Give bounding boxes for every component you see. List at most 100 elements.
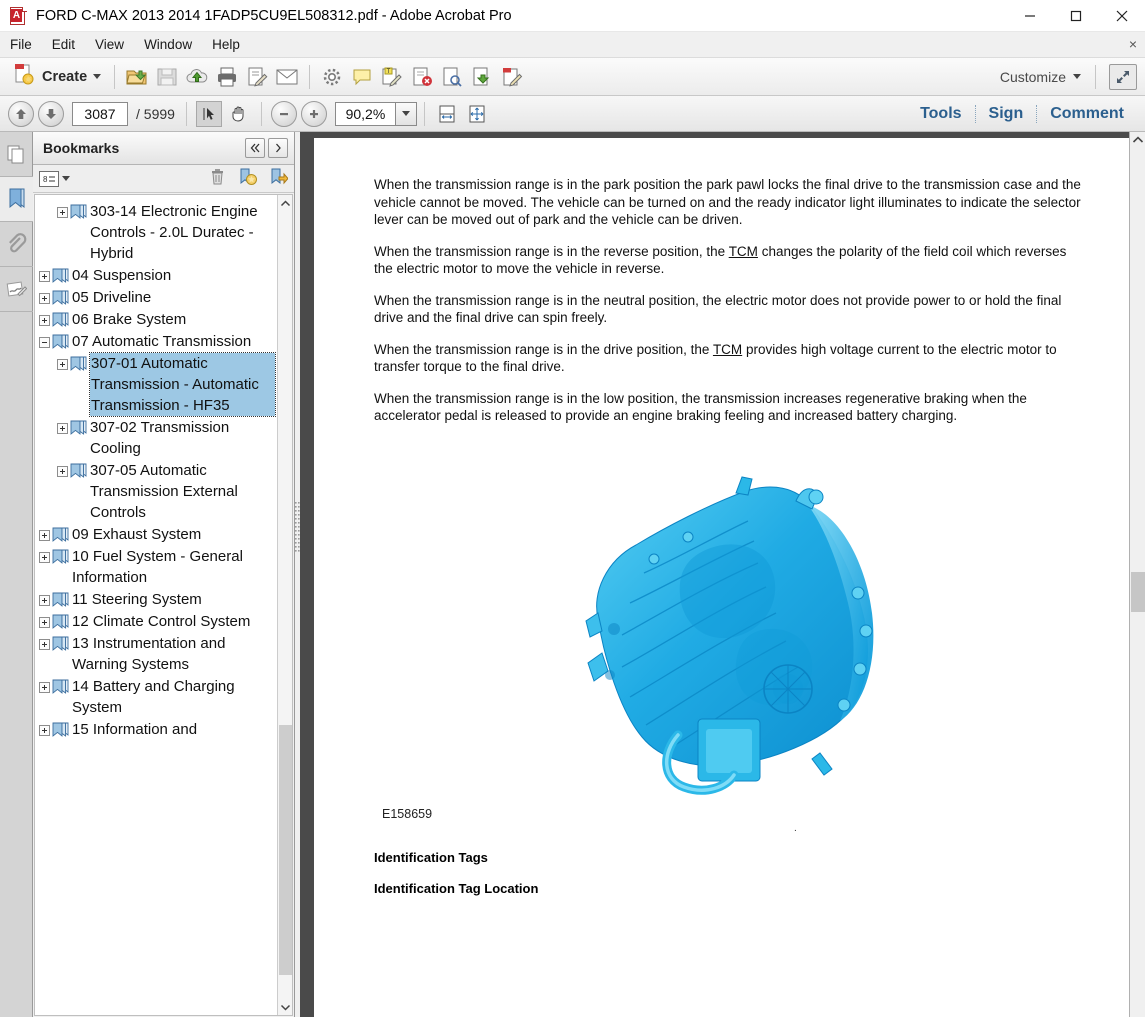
acronym-link[interactable]: TCM (729, 244, 758, 259)
fit-width-icon[interactable] (434, 101, 460, 127)
page-nav-toolbar: 3087 / 5999 90,2% Tools Sign Comment (0, 96, 1145, 132)
open-file-icon[interactable] (122, 62, 152, 92)
expand-plus-icon[interactable] (39, 552, 50, 563)
email-icon[interactable] (272, 62, 302, 92)
expand-plus-icon[interactable] (39, 315, 50, 326)
chevron-right-icon[interactable] (268, 138, 288, 158)
bookmarks-scrollbar[interactable] (277, 195, 292, 1015)
expand-plus-icon[interactable] (39, 293, 50, 304)
bookmark-item[interactable]: 12 Climate Control System (39, 611, 275, 632)
minimize-button[interactable] (1007, 0, 1053, 32)
document-scroll-up-button[interactable] (1130, 132, 1145, 148)
bookmark-item[interactable]: 05 Driveline (39, 287, 275, 308)
bookmark-item-label: 05 Driveline (72, 289, 152, 306)
zoom-in-button[interactable] (300, 100, 327, 127)
bookmark-item[interactable]: 15 Information and (39, 719, 275, 740)
bookmark-page-icon (52, 334, 69, 350)
document-scrollbar-thumb[interactable] (1131, 572, 1145, 612)
next-page-button[interactable] (38, 100, 64, 127)
page-thumbnails-icon[interactable] (0, 132, 33, 177)
settings-gear-icon[interactable] (317, 62, 347, 92)
pdf-page[interactable]: When the transmission range is in the pa… (314, 138, 1129, 1017)
save-icon[interactable] (152, 62, 182, 92)
hand-icon[interactable] (226, 101, 252, 127)
collapse-minus-icon[interactable] (39, 337, 50, 348)
menu-window[interactable]: Window (134, 32, 202, 58)
trash-icon[interactable] (209, 167, 226, 190)
create-button[interactable]: Create (6, 62, 107, 92)
document-scrollbar[interactable] (1129, 132, 1145, 1017)
edit-pdf-icon[interactable] (497, 62, 527, 92)
bookmarks-tree[interactable]: 303-14 Electronic Engine Controls - 2.0L… (35, 195, 277, 1015)
bookmark-item[interactable]: 303-14 Electronic Engine Controls - 2.0L… (57, 201, 275, 264)
expand-plus-icon[interactable] (57, 359, 68, 370)
sign-document-icon[interactable] (242, 62, 272, 92)
menu-edit[interactable]: Edit (42, 32, 85, 58)
menu-help[interactable]: Help (202, 32, 250, 58)
expand-plus-icon[interactable] (39, 617, 50, 628)
upload-cloud-icon[interactable] (182, 62, 212, 92)
menu-bar: File Edit View Window Help × (0, 32, 1145, 58)
tab-tools[interactable]: Tools (907, 96, 974, 132)
bookmarks-icon[interactable] (0, 177, 33, 222)
close-document-icon[interactable]: × (1129, 36, 1137, 52)
expand-plus-icon[interactable] (39, 725, 50, 736)
expand-plus-icon[interactable] (57, 207, 68, 218)
bookmark-item[interactable]: 307-01 Automatic Transmission - Automati… (57, 352, 276, 417)
bookmark-item[interactable]: 10 Fuel System - General Information (39, 546, 275, 588)
attachments-paperclip-icon[interactable] (0, 222, 33, 267)
tab-sign[interactable]: Sign (976, 96, 1037, 132)
menu-view[interactable]: View (85, 32, 134, 58)
bookmark-item[interactable]: 07 Automatic Transmission (39, 331, 275, 352)
bookmark-options-button[interactable]: 8 (39, 170, 70, 187)
expand-plus-icon[interactable] (39, 682, 50, 693)
double-chevron-left-icon[interactable] (245, 138, 265, 158)
bookmark-item[interactable]: 04 Suspension (39, 265, 275, 286)
bookmark-page-icon (52, 636, 69, 652)
expand-plus-icon[interactable] (39, 595, 50, 606)
expand-plus-icon[interactable] (39, 639, 50, 650)
expand-plus-icon[interactable] (39, 271, 50, 282)
edit-text-icon[interactable]: T (377, 62, 407, 92)
expand-plus-icon[interactable] (39, 530, 50, 541)
bookmark-item[interactable]: 307-05 Automatic Transmission External C… (57, 460, 275, 523)
export-pdf-icon[interactable] (467, 62, 497, 92)
bookmark-item[interactable]: 307-02 Transmission Cooling (57, 417, 275, 459)
bookmark-item-label: 15 Information and (72, 721, 198, 738)
customize-label: Customize (999, 68, 1066, 85)
bookmark-item[interactable]: 11 Steering System (39, 589, 275, 610)
expand-arrows-icon[interactable] (1109, 63, 1137, 90)
bookmark-item[interactable]: 14 Battery and Charging System (39, 676, 275, 718)
scroll-down-button[interactable] (278, 999, 293, 1015)
close-button[interactable] (1099, 0, 1145, 32)
bookmark-item[interactable]: 13 Instrumentation and Warning Systems (39, 633, 275, 675)
zoom-dropdown-button[interactable] (394, 101, 417, 126)
tab-comment[interactable]: Comment (1037, 96, 1137, 132)
search-page-icon[interactable] (437, 62, 467, 92)
zoom-out-button[interactable] (270, 100, 297, 127)
fit-page-icon[interactable] (464, 101, 490, 127)
previous-page-button[interactable] (8, 100, 34, 127)
toolbar-divider (114, 64, 116, 89)
bookmark-from-structure-icon[interactable] (269, 167, 289, 191)
new-bookmark-icon[interactable] (238, 167, 257, 191)
expand-plus-icon[interactable] (57, 466, 68, 477)
customize-menu[interactable]: Customize (999, 64, 1109, 89)
scroll-up-button[interactable] (278, 195, 293, 211)
page-number-input[interactable]: 3087 (72, 101, 128, 126)
print-icon[interactable] (212, 62, 242, 92)
zoom-level-input[interactable]: 90,2% (334, 101, 395, 126)
acronym-link[interactable]: TCM (713, 342, 742, 357)
bookmark-item[interactable]: 06 Brake System (39, 309, 275, 330)
comment-bubble-icon[interactable] (347, 62, 377, 92)
bookmarks-scrollbar-thumb[interactable] (279, 725, 292, 975)
bookmarks-tree-container: 303-14 Electronic Engine Controls - 2.0L… (34, 194, 293, 1016)
maximize-button[interactable] (1053, 0, 1099, 32)
delete-page-icon[interactable] (407, 62, 437, 92)
pdf-paragraph: When the transmission range is in the pa… (374, 177, 1081, 227)
signatures-icon[interactable] (0, 267, 33, 312)
expand-plus-icon[interactable] (57, 423, 68, 434)
menu-file[interactable]: File (0, 32, 42, 58)
bookmark-item[interactable]: 09 Exhaust System (39, 524, 275, 545)
select-cursor-icon[interactable] (195, 100, 222, 127)
